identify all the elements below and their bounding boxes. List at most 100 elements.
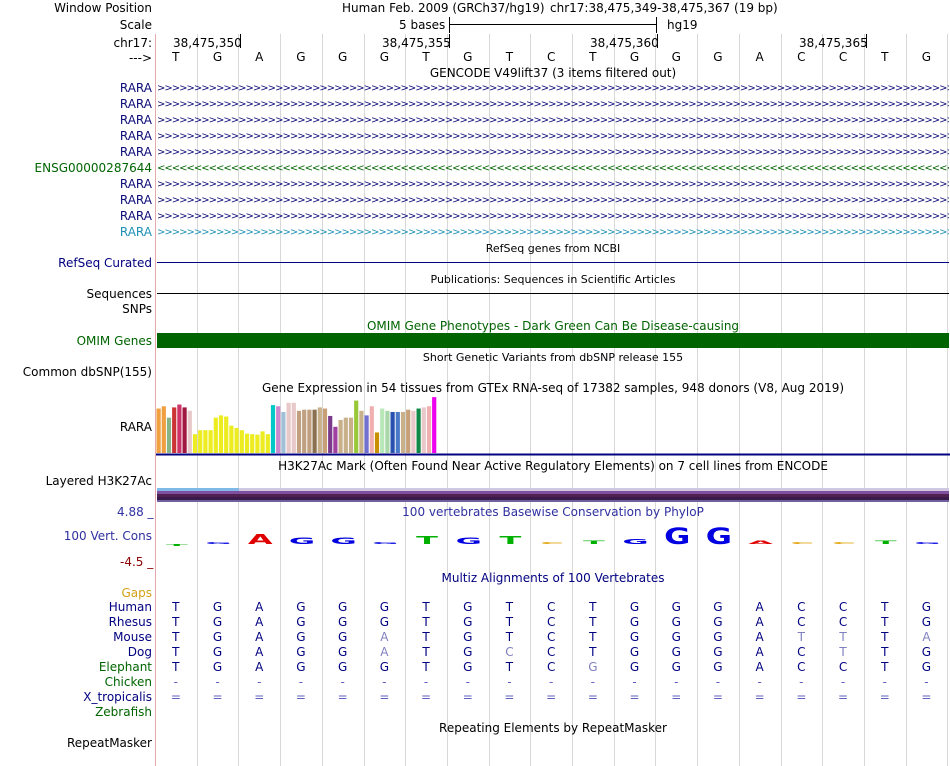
gtex-tissue-bar[interactable] [317,407,322,453]
gtex-tissue-bar[interactable] [312,409,317,453]
gtex-tissue-bar[interactable] [426,406,432,453]
gtex-tissue-bar[interactable] [276,406,281,453]
gencode-item-strand[interactable]: <<<<<<<<<<<<<<<<<<<<<<<<<<<<<<<<<<<<<<<<… [157,161,949,176]
refseq-track-line[interactable] [157,262,949,263]
phylop-track-label[interactable]: 100 Vert. Cons [64,529,152,544]
gtex-tissue-bar[interactable] [343,417,348,453]
gtex-tissue-bar[interactable] [432,397,437,453]
dbsnp-track-label[interactable]: Common dbSNP(155) [23,365,152,380]
gtex-tissue-bar[interactable] [307,409,312,453]
genome-position[interactable]: chr17:38,475,349-38,475,367 (19 bp) [550,1,778,15]
dbsnp-track-title[interactable]: Short Genetic Variants from dbSNP releas… [156,350,950,365]
gtex-tissue-bar[interactable] [416,408,421,453]
gencode-item-strand[interactable]: >>>>>>>>>>>>>>>>>>>>>>>>>>>>>>>>>>>>>>>>… [157,209,949,224]
gtex-tissue-bar[interactable] [333,426,338,453]
repeatmasker-track-label[interactable]: RepeatMasker [67,736,152,751]
multiz-species-label[interactable]: Zebrafish [95,705,152,720]
gencode-item-strand[interactable]: >>>>>>>>>>>>>>>>>>>>>>>>>>>>>>>>>>>>>>>>… [157,225,949,240]
phylop-logo[interactable]: TG A G G G T G T C T G G G A C C T G [156,520,950,560]
gencode-item-strand[interactable]: >>>>>>>>>>>>>>>>>>>>>>>>>>>>>>>>>>>>>>>>… [157,145,949,160]
multiz-species-label[interactable]: Rhesus [109,615,152,630]
gtex-tissue-bar[interactable] [406,409,411,453]
gtex-tissue-bar[interactable] [364,415,369,453]
gencode-item-strand[interactable]: >>>>>>>>>>>>>>>>>>>>>>>>>>>>>>>>>>>>>>>>… [157,81,949,96]
gtex-track-label[interactable]: RARA [120,420,152,435]
gtex-tissue-bar[interactable] [348,417,354,453]
gtex-tissue-bar[interactable] [187,410,192,453]
gtex-tissue-bar[interactable] [281,411,286,453]
gencode-item-strand[interactable]: >>>>>>>>>>>>>>>>>>>>>>>>>>>>>>>>>>>>>>>>… [157,97,949,112]
gencode-item-label[interactable]: RARA [120,97,152,112]
gencode-item-label[interactable]: RARA [120,145,152,160]
snps-track-label[interactable]: SNPs [122,302,152,317]
gencode-item-label[interactable]: RARA [120,193,152,208]
h3k27ac-track-title[interactable]: H3K27Ac Mark (Often Found Near Active Re… [156,459,950,474]
gtex-tissue-bar[interactable] [421,407,426,453]
gtex-tissue-bar[interactable] [395,411,400,453]
gtex-tissue-bar[interactable] [218,415,224,453]
multiz-species-label[interactable]: Human [109,600,152,615]
gtex-tissue-bar[interactable] [192,434,198,453]
gtex-tissue-bar[interactable] [234,427,239,453]
publications-track-title[interactable]: Publications: Sequences in Scientific Ar… [156,272,950,287]
gtex-tissue-bar[interactable] [302,409,307,453]
gtex-tissue-bar[interactable] [385,410,390,453]
multiz-species-label[interactable]: Chicken [105,675,152,690]
gencode-item-strand[interactable]: >>>>>>>>>>>>>>>>>>>>>>>>>>>>>>>>>>>>>>>>… [157,193,949,208]
gtex-tissue-bar[interactable] [390,411,395,453]
gtex-tissue-bar[interactable] [374,432,380,453]
gtex-tissue-bar[interactable] [400,411,406,453]
gencode-item-strand[interactable]: >>>>>>>>>>>>>>>>>>>>>>>>>>>>>>>>>>>>>>>>… [157,113,949,128]
h3k27ac-track-label[interactable]: Layered H3K27Ac [46,474,152,489]
gencode-item-strand[interactable]: >>>>>>>>>>>>>>>>>>>>>>>>>>>>>>>>>>>>>>>>… [157,129,949,144]
gtex-tissue-bar[interactable] [229,425,234,453]
gtex-tissue-bar[interactable] [250,434,255,453]
phylop-track-title[interactable]: 100 vertebrates Basewise Conservation by… [156,505,950,520]
gtex-tissue-bar[interactable] [203,430,208,453]
gencode-item-label[interactable]: RARA [120,113,152,128]
gtex-tissue-bar[interactable] [166,417,172,453]
gtex-tissue-bar[interactable] [198,430,203,453]
gencode-item-label[interactable]: RARA [120,177,152,192]
publications-track-label[interactable]: Sequences [87,287,152,302]
gtex-tissue-bar[interactable] [322,408,328,453]
gtex-tissue-bar[interactable] [244,433,250,453]
gtex-tissue-bar[interactable] [239,430,244,453]
gtex-tissue-bar[interactable] [380,408,385,453]
gtex-tissue-bar[interactable] [182,407,187,453]
multiz-species-label[interactable]: Dog [128,645,152,660]
gencode-item-strand[interactable]: >>>>>>>>>>>>>>>>>>>>>>>>>>>>>>>>>>>>>>>>… [157,177,949,192]
gencode-item-label[interactable]: RARA [120,225,152,240]
gtex-tissue-bar[interactable] [328,415,333,453]
gtex-tissue-bar[interactable] [208,430,213,453]
gtex-tissue-bar[interactable] [224,416,229,453]
publications-track-line[interactable] [157,293,949,294]
gencode-item-label[interactable]: RARA [120,129,152,144]
gtex-tissue-bar[interactable] [172,407,177,453]
gtex-tissue-bar[interactable] [265,434,270,453]
gencode-item-label[interactable]: ENSG00000287644 [35,161,152,176]
gtex-tissue-bar[interactable] [213,417,218,453]
gtex-tissue-bar[interactable] [161,406,166,453]
gtex-tissue-bar[interactable] [270,405,276,453]
refseq-track-label[interactable]: RefSeq Curated [58,256,152,271]
omim-feature-bar[interactable] [157,333,949,348]
gtex-tissue-bar[interactable] [255,434,260,453]
multiz-track-title[interactable]: Multiz Alignments of 100 Vertebrates [156,571,950,586]
gtex-tissue-bar[interactable] [359,410,364,453]
gtex-expression-chart[interactable] [156,396,950,456]
multiz-species-label[interactable]: X_tropicalis [83,690,152,705]
refseq-track-title[interactable]: RefSeq genes from NCBI [156,241,950,256]
gtex-track-title[interactable]: Gene Expression in 54 tissues from GTEx … [156,381,950,396]
gtex-tissue-bar[interactable] [354,400,359,453]
multiz-species-label[interactable]: Mouse [113,630,152,645]
gencode-track-title[interactable]: GENCODE V49lift37 (3 items filtered out) [156,66,950,81]
gtex-tissue-bar[interactable] [369,406,374,453]
omim-track-title[interactable]: OMIM Gene Phenotypes - Dark Green Can Be… [156,319,950,334]
gtex-tissue-bar[interactable] [260,431,265,453]
gtex-tissue-bar[interactable] [286,402,291,453]
gtex-tissue-bar[interactable] [296,410,302,453]
multiz-species-label[interactable]: Elephant [99,660,152,675]
repeatmasker-track-title[interactable]: Repeating Elements by RepeatMasker [156,721,950,736]
gtex-tissue-bar[interactable] [156,408,161,453]
